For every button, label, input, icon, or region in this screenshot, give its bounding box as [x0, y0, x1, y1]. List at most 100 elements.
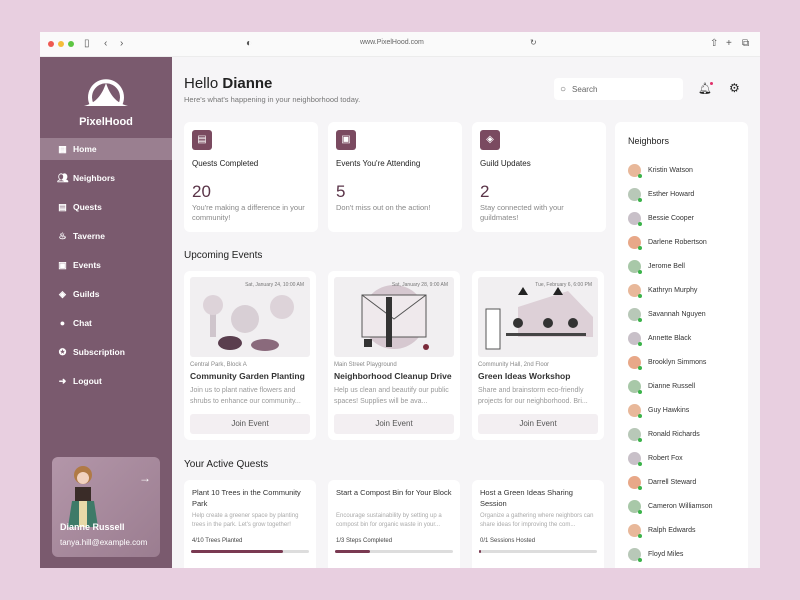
neighbor-avatar [628, 356, 641, 369]
quest-description: Encourage sustainability by setting up a… [336, 512, 454, 530]
neighbor-avatar [628, 476, 641, 489]
sidebar-item-logout[interactable]: ➜Logout [40, 370, 172, 392]
neighbor-avatar [628, 380, 641, 393]
neighbor-item[interactable]: Annette Black [628, 326, 713, 350]
stat-card: ◈Guild Updates2Stay connected with your … [472, 122, 606, 232]
forward-icon[interactable]: › [120, 38, 123, 49]
sidebar-item-neighbors[interactable]: 👥︎Neighbors [40, 167, 172, 189]
neighbor-name: Ralph Edwards [648, 527, 695, 534]
neighbor-item[interactable]: Ralph Edwards [628, 518, 713, 542]
neighbor-item[interactable]: Dianne Russell [628, 374, 713, 398]
close-window-button[interactable] [48, 41, 54, 47]
event-description: Help us clean and beautify our public sp… [334, 385, 454, 407]
sidebar-item-label: Logout [73, 376, 102, 386]
browser-window: ▯ ‹ › ◐ www.PixelHood.com ↻ ⇧ + ⧉ PixelH… [40, 32, 760, 568]
quest-progress-bar [335, 550, 453, 553]
page-title: Hello Dianne [184, 75, 272, 92]
join-event-button[interactable]: Join Event [334, 414, 454, 434]
quest-card[interactable]: Host a Green Ideas Sharing SessionOrgani… [472, 480, 604, 568]
neighbor-item[interactable]: Robert Fox [628, 446, 713, 470]
sidebar-item-label: Events [73, 260, 101, 270]
neighbor-item[interactable]: Savannah Nguyen [628, 302, 713, 326]
sidebar-item-guilds[interactable]: ◈Guilds [40, 283, 172, 305]
neighbor-avatar [628, 188, 641, 201]
shield-icon: ◐ [246, 38, 252, 49]
back-icon[interactable]: ‹ [104, 38, 107, 49]
sidebar-item-chat[interactable]: ●Chat [40, 312, 172, 334]
notification-bell-icon[interactable]: 🔔︎ [698, 82, 712, 95]
share-icon[interactable]: ⇧ [710, 38, 718, 49]
quest-progress-label: 1/3 Steps Completed [336, 538, 392, 544]
reload-icon[interactable]: ↻ [530, 38, 537, 47]
quest-title: Start a Compost Bin for Your Block [336, 488, 454, 499]
ticket-icon: ▣ [336, 130, 356, 150]
sidebar-item-subscription[interactable]: ✪ Subscription [40, 341, 172, 363]
upcoming-events-heading: Upcoming Events [184, 250, 262, 261]
grid-icon: ▦ [57, 144, 68, 155]
stat-card: ▣Events You're Attending5Don't miss out … [328, 122, 462, 232]
maximize-window-button[interactable] [68, 41, 74, 47]
event-date: Sat, January 24, 10:00 AM [245, 282, 304, 288]
sidebar-item-events[interactable]: ▣Events [40, 254, 172, 276]
page-subtitle: Here's what's happening in your neighbor… [184, 95, 360, 104]
sidebar-item-label: Subscription [73, 347, 125, 357]
event-title: Green Ideas Workshop [478, 371, 570, 381]
neighbors-heading: Neighbors [628, 136, 669, 146]
neighbor-item[interactable]: Esther Howard [628, 182, 713, 206]
neighbor-name: Ronald Richards [648, 431, 700, 438]
neighbor-name: Darlene Robertson [648, 239, 707, 246]
join-event-button[interactable]: Join Event [190, 414, 310, 434]
neighbor-item[interactable]: Darlene Robertson [628, 230, 713, 254]
neighbor-item[interactable]: Bessie Cooper [628, 206, 713, 230]
stat-title: Guild Updates [480, 159, 531, 168]
quest-description: Help create a greener space by planting … [192, 512, 310, 530]
neighbor-item[interactable]: Jerome Bell [628, 254, 713, 278]
sidebar-toggle-icon[interactable]: ▯ [84, 38, 90, 49]
neighbor-item[interactable]: Floyd Miles [628, 542, 713, 566]
tabs-icon[interactable]: ⧉ [742, 38, 749, 49]
neighbors-panel: Neighbors Kristin Watson Esther Howard Bes… [615, 122, 748, 568]
guild-icon: ◈ [480, 130, 500, 150]
settings-gear-icon[interactable]: ⚙ [729, 81, 740, 95]
address-bar[interactable]: www.PixelHood.com [360, 39, 424, 46]
neighbor-item[interactable]: Cameron Williamson [628, 494, 713, 518]
event-location: Main Street Playground [334, 362, 397, 368]
sidebar-item-taverne[interactable]: ♨Taverne [40, 225, 172, 247]
clipboard-icon: ▤ [57, 202, 68, 213]
event-illustration: Tue, February 6, 6:00 PM [478, 277, 598, 357]
neighbor-name: Kathryn Murphy [648, 287, 697, 294]
join-event-button[interactable]: Join Event [478, 414, 598, 434]
clipboard-icon: ▤ [192, 130, 212, 150]
user-card[interactable]: → Dianne Russell tanya.hill@example.com [52, 457, 160, 557]
new-tab-icon[interactable]: + [726, 38, 732, 49]
sidebar-item-home[interactable]: ▦Home [40, 138, 172, 160]
neighbor-avatar [628, 524, 641, 537]
sidebar-item-quests[interactable]: ▤Quests [40, 196, 172, 218]
logo[interactable]: PixelHood [78, 75, 134, 128]
neighbor-avatar [628, 548, 641, 561]
quest-card[interactable]: Start a Compost Bin for Your Block Encour… [328, 480, 460, 568]
quest-card[interactable]: Plant 10 Trees in the Community ParkHelp… [184, 480, 316, 568]
quest-progress-label: 4/10 Trees Planted [192, 538, 242, 544]
event-date: Tue, February 6, 6:00 PM [535, 282, 592, 288]
active-quests-heading: Your Active Quests [184, 459, 268, 470]
event-card: Sat, January 24, 10:00 AMCentral Park, B… [184, 271, 316, 440]
quest-title: Host a Green Ideas Sharing Session [480, 488, 598, 509]
neighbor-item[interactable]: Darrell Steward [628, 470, 713, 494]
neighbor-name: Floyd Miles [648, 551, 683, 558]
neighbor-item[interactable]: Kristin Watson [628, 158, 713, 182]
neighbor-avatar [628, 212, 641, 225]
arrow-right-icon[interactable]: → [139, 471, 151, 485]
stat-description: You're making a difference in your commu… [192, 203, 310, 223]
badge-icon: ✪ [57, 347, 68, 358]
neighbor-item[interactable]: Ronald Richards [628, 422, 713, 446]
event-description: Share and brainstorm eco-friendly projec… [478, 385, 598, 407]
minimize-window-button[interactable] [58, 41, 64, 47]
search-input[interactable]: ○Search [554, 78, 683, 100]
stat-value: 2 [480, 182, 489, 202]
neighbor-item[interactable]: Kathryn Murphy [628, 278, 713, 302]
neighbor-item[interactable]: Guy Hawkins [628, 398, 713, 422]
neighbor-name: Esther Howard [648, 191, 694, 198]
neighbor-item[interactable]: Brooklyn Simmons [628, 350, 713, 374]
search-placeholder: Search [572, 85, 597, 94]
